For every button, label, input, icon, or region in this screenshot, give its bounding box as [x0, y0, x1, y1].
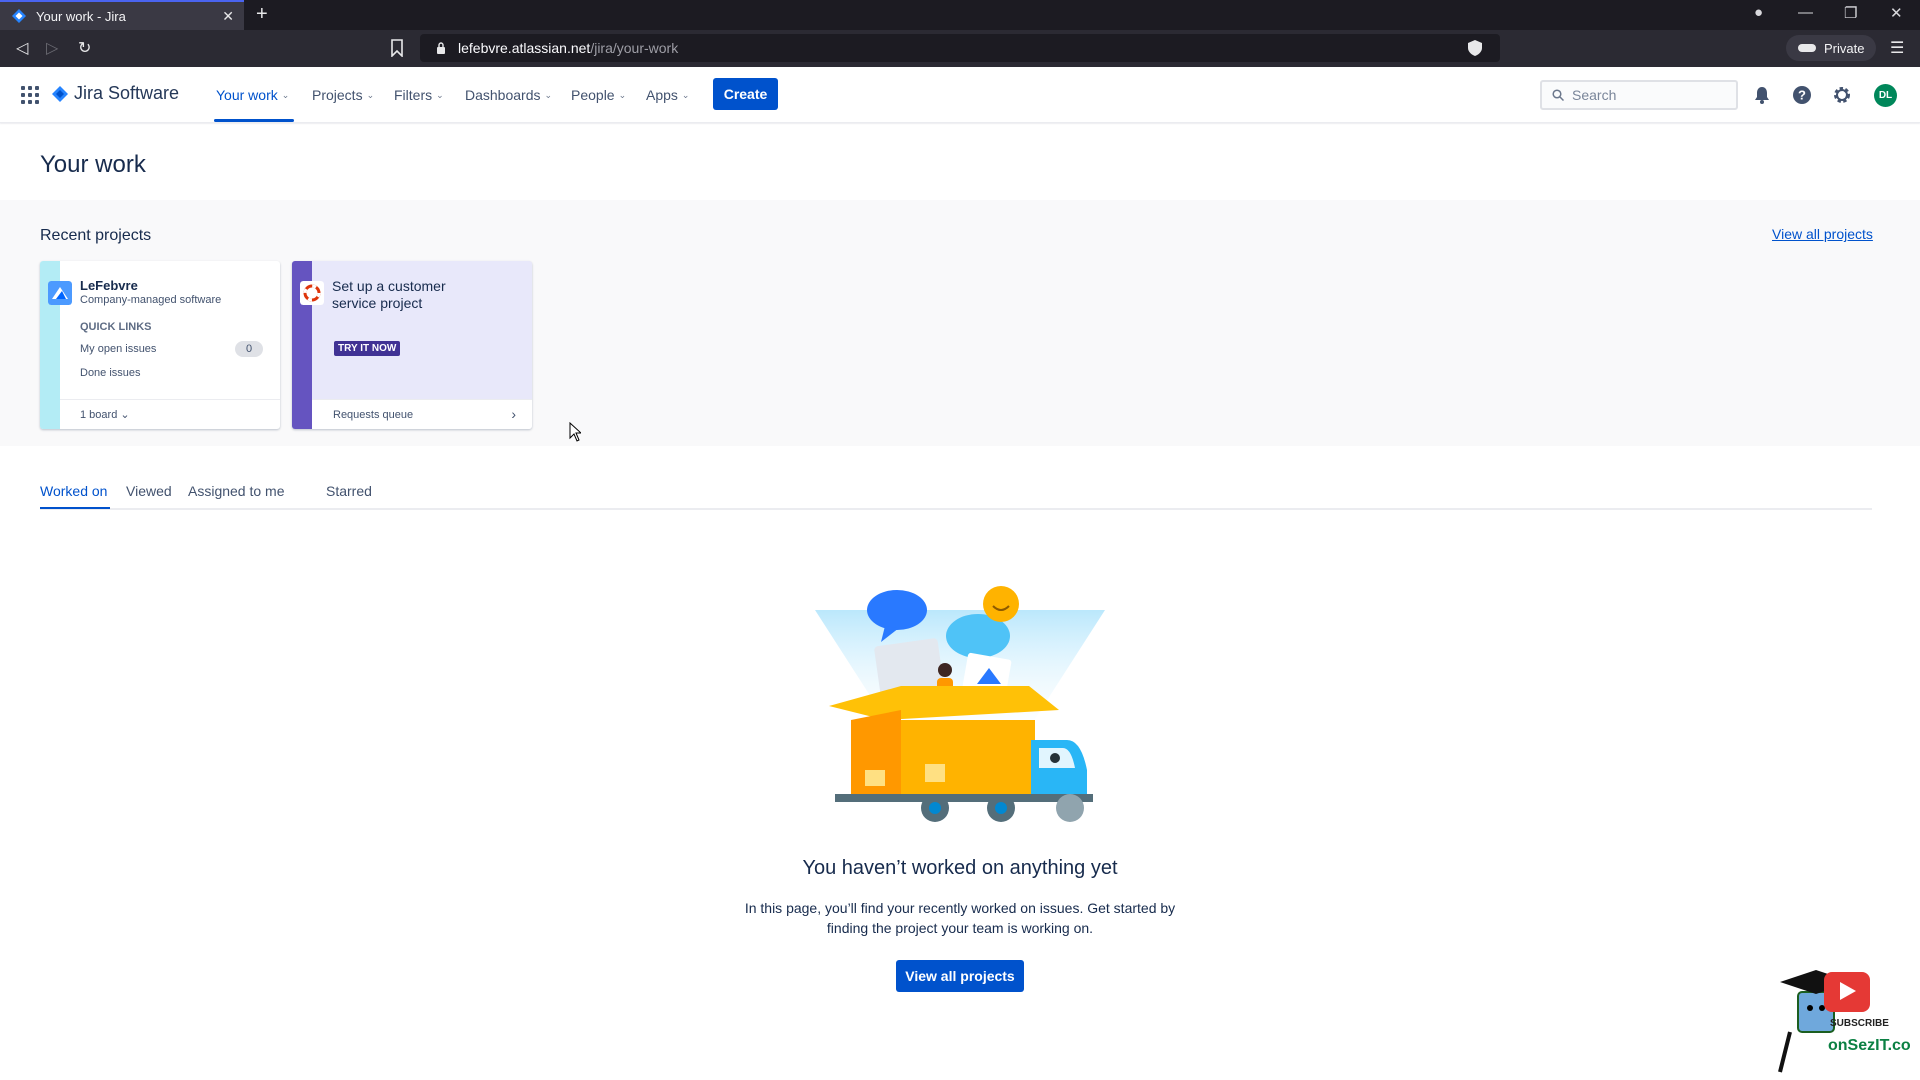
tab-assigned-to-me[interactable]: Assigned to me — [188, 483, 285, 499]
mouse-cursor-icon — [569, 422, 581, 442]
back-icon[interactable]: ◁ — [16, 38, 28, 58]
chevron-down-icon: ⌄ — [120, 409, 130, 421]
new-tab-icon[interactable]: + — [256, 3, 268, 26]
product-name: Jira Software — [74, 83, 180, 103]
notifications-icon[interactable] — [1751, 84, 1773, 106]
board-dropdown[interactable]: 1 board ⌄ — [80, 408, 130, 421]
tab-worked-on[interactable]: Worked on — [40, 483, 107, 499]
jira-favicon-icon — [12, 9, 26, 23]
empty-state-description: In this page, you’ll find your recently … — [744, 900, 1176, 936]
search-icon — [1552, 89, 1564, 101]
nav-dashboards[interactable]: Dashboards ⌄ — [465, 87, 552, 103]
nav-projects-label: Projects — [312, 87, 363, 103]
chevron-right-icon: › — [511, 406, 516, 422]
nav-people[interactable]: People ⌄ — [571, 87, 626, 103]
url-host: lefebvre.atlassian.net — [458, 40, 591, 56]
view-all-projects-button[interactable]: View all projects — [896, 960, 1024, 992]
nav-your-work[interactable]: Your work ⌄ — [216, 87, 289, 103]
chevron-down-icon: ⌄ — [544, 89, 553, 100]
project-avatar-icon — [48, 281, 72, 305]
nav-dashboards-label: Dashboards — [465, 87, 541, 103]
open-issues-count-badge: 0 — [235, 341, 263, 357]
app-switcher-icon[interactable] — [21, 86, 39, 104]
requests-queue-label: Requests queue — [333, 409, 414, 421]
active-nav-indicator — [214, 119, 294, 122]
promo-card-title: Set up a customer service project — [332, 278, 446, 311]
project-card-footer: 1 board ⌄ — [60, 399, 280, 429]
chevron-down-icon: ⌄ — [681, 89, 690, 100]
promo-card-footer[interactable]: Requests queue › — [312, 399, 532, 429]
nav-apps-label: Apps — [646, 87, 678, 103]
private-mode-badge[interactable]: Private — [1786, 35, 1877, 61]
browser-tab-bar: Your work - Jira ✕ + ● — ❐ ✕ — [0, 0, 1920, 30]
recent-projects-title: Recent projects — [40, 227, 152, 244]
bookmark-icon[interactable] — [390, 39, 404, 57]
recent-projects-section: Recent projects View all projects LeFebv… — [0, 200, 1920, 446]
nav-filters[interactable]: Filters ⌄ — [394, 87, 444, 103]
browser-address-bar: ◁ ▷ ↻ lefebvre.atlassian.net/jira/your-w… — [0, 30, 1920, 67]
tab-starred[interactable]: Starred — [326, 483, 372, 499]
minimize-icon[interactable]: — — [1798, 4, 1813, 21]
browser-tab-title: Your work - Jira — [36, 8, 126, 24]
chevron-down-icon: ⌄ — [366, 89, 375, 100]
profile-menu-icon[interactable]: ● — [1754, 4, 1763, 21]
restore-icon[interactable]: ❐ — [1844, 4, 1857, 22]
service-desk-icon — [300, 281, 324, 305]
project-type: Company-managed software — [80, 294, 222, 306]
empty-state-title: You haven’t worked on anything yet — [802, 857, 1118, 879]
empty-state-illustration — [815, 586, 1105, 822]
work-tabs: Worked on Viewed Assigned to me Starred — [40, 480, 1872, 510]
active-tab-indicator — [40, 507, 110, 509]
browser-menu-icon[interactable]: ☰ — [1890, 38, 1904, 58]
chevron-down-icon: ⌄ — [436, 89, 444, 100]
search-placeholder: Search — [1572, 87, 1617, 103]
forward-icon[interactable]: ▷ — [46, 38, 58, 58]
customer-service-promo-card[interactable]: Set up a customer service project TRY IT… — [292, 261, 532, 429]
window-close-icon[interactable]: ✕ — [1890, 4, 1903, 22]
shield-icon[interactable] — [1468, 40, 1482, 56]
chevron-down-icon: ⌄ — [281, 89, 290, 100]
create-button[interactable]: Create — [713, 78, 778, 110]
settings-gear-icon[interactable] — [1831, 84, 1853, 106]
nav-apps[interactable]: Apps ⌄ — [646, 87, 689, 103]
nav-your-work-label: Your work — [216, 87, 278, 103]
help-icon[interactable]: ? — [1791, 84, 1813, 106]
svg-text:?: ? — [1798, 88, 1806, 103]
try-it-now-button[interactable]: TRY IT NOW — [334, 341, 401, 356]
jira-logo[interactable]: Jira Software — [52, 83, 179, 104]
board-dropdown-label: 1 board — [80, 409, 118, 421]
nav-projects[interactable]: Projects ⌄ — [312, 87, 374, 103]
nav-filters-label: Filters — [394, 87, 433, 103]
tab-close-icon[interactable]: ✕ — [222, 8, 234, 25]
subscribe-badge-text: SUBSCRIBE — [1830, 1018, 1889, 1029]
private-mask-icon — [1798, 44, 1816, 52]
view-all-projects-link[interactable]: View all projects — [1772, 226, 1873, 242]
url-field[interactable]: lefebvre.atlassian.net/jira/your-work — [420, 34, 1500, 62]
search-input[interactable]: Search — [1540, 80, 1738, 110]
chevron-down-icon: ⌄ — [618, 89, 627, 100]
channel-logo-watermark: SUBSCRIBE onSezIT.com — [1778, 970, 1910, 1073]
nav-people-label: People — [571, 87, 615, 103]
reload-icon[interactable]: ↻ — [78, 38, 91, 58]
browser-tab[interactable]: Your work - Jira ✕ — [0, 0, 244, 30]
tab-viewed[interactable]: Viewed — [126, 483, 172, 499]
jira-diamond-icon — [52, 85, 68, 102]
page-title: Your work — [40, 151, 146, 178]
lock-icon — [437, 42, 445, 54]
user-avatar[interactable]: DL — [1874, 84, 1897, 107]
quick-link-done-issues[interactable]: Done issues — [80, 367, 141, 379]
project-card-lefebvre[interactable]: LeFebvre Company-managed software QUICK … — [40, 261, 280, 429]
jira-top-nav: Jira Software Your work ⌄ Projects ⌄ Filte… — [0, 67, 1920, 123]
url-path: /jira/your-work — [590, 40, 679, 56]
project-name: LeFebvre — [80, 278, 138, 293]
quick-link-my-open-issues[interactable]: My open issues — [80, 343, 156, 355]
private-label: Private — [1824, 40, 1865, 56]
watermark-text: onSezIT.com — [1828, 1037, 1910, 1054]
quick-links-heading: QUICK LINKS — [80, 321, 152, 333]
